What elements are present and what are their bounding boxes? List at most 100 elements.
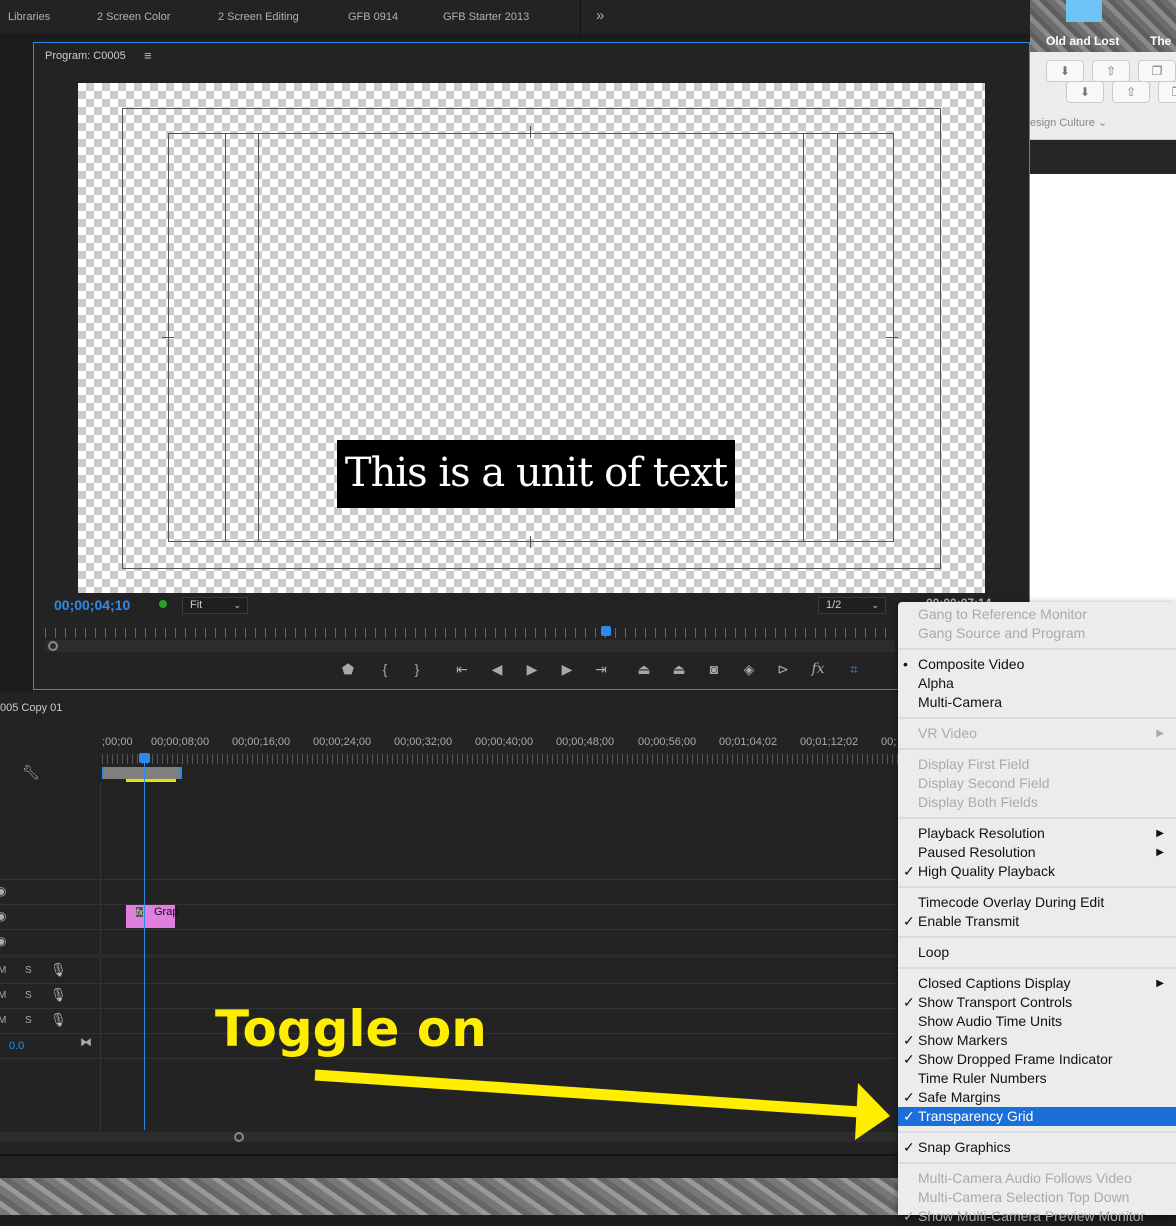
tab-gfb-starter-2013[interactable]: GFB Starter 2013 [443, 11, 529, 23]
trim-icon[interactable]: ⊳ [773, 661, 793, 678]
marker-icon[interactable]: ⬟ [338, 661, 358, 678]
master-track-icon[interactable]: ⧓ [80, 1035, 92, 1049]
checkmark-icon: ✓ [903, 1139, 915, 1155]
menu-item-show-transport-controls[interactable]: ✓ Show Transport Controls [898, 993, 1176, 1012]
eye-icon[interactable]: ◉ [0, 934, 6, 948]
menu-item-high-quality-playback[interactable]: ✓ High Quality Playback [898, 862, 1176, 881]
eye-icon[interactable]: ◉ [0, 884, 6, 898]
extract-icon[interactable]: ⏏ [669, 661, 689, 678]
folder-label[interactable]: Old and Lost [1046, 34, 1119, 48]
menu-item-playback-resolution[interactable]: Playback Resolution ▶ [898, 824, 1176, 843]
step-back-icon[interactable]: ◀ [487, 661, 507, 678]
menu-item-time-ruler-numbers[interactable]: Time Ruler Numbers [898, 1069, 1176, 1088]
panel-menu-icon[interactable]: ≡ [144, 48, 152, 63]
annotation-arrow [314, 1069, 890, 1140]
dropped-frame-indicator [159, 600, 167, 608]
program-canvas-transparency-grid[interactable] [78, 83, 985, 593]
menu-item-show-dropped-frame-indicator[interactable]: ✓ Show Dropped Frame Indicator [898, 1050, 1176, 1069]
center-tick [530, 126, 531, 138]
menu-item-label: High Quality Playback [918, 863, 1055, 879]
tab-2-screen-color[interactable]: 2 Screen Color [97, 11, 170, 23]
menu-item-gang-to-reference-monitor: Gang to Reference Monitor [898, 605, 1176, 624]
safe-margins-icon[interactable]: ⌗ [844, 661, 864, 678]
step-forward-icon[interactable]: ▶ [557, 661, 577, 678]
mute-toggle[interactable]: M [0, 990, 6, 1001]
menu-item-label: Multi-Camera Selection Top Down [918, 1189, 1130, 1205]
menu-item-loop[interactable]: Loop [898, 943, 1176, 962]
master-volume[interactable]: 0.0 [9, 1040, 24, 1052]
menu-item-safe-margins[interactable]: ✓ Safe Margins [898, 1088, 1176, 1107]
microphone-icon[interactable]: 🎙︎ [50, 1012, 67, 1028]
text-graphic[interactable]: This is a unit of text [337, 440, 735, 508]
zoom-level-select[interactable]: Fit ⌄ [182, 597, 248, 614]
solo-toggle[interactable]: S [25, 1015, 32, 1026]
mute-toggle[interactable]: M [0, 1015, 6, 1026]
checkmark-icon: ✓ [903, 1051, 915, 1067]
tab-2-screen-editing[interactable]: 2 Screen Editing [218, 11, 299, 23]
menu-item-display-second-field: Display Second Field [898, 774, 1176, 793]
tabs-icon[interactable]: ❐ [1138, 60, 1176, 82]
menu-item-timecode-overlay-during-edit[interactable]: Timecode Overlay During Edit [898, 893, 1176, 912]
playhead-handle[interactable] [139, 753, 150, 763]
share-icon[interactable]: ⇧ [1112, 81, 1150, 103]
download-icon[interactable]: ⬇ [1066, 81, 1104, 103]
menu-item-composite-video[interactable]: • Composite Video [898, 655, 1176, 674]
mark-out-icon[interactable]: } [407, 661, 427, 677]
mark-in-icon[interactable]: { [375, 661, 395, 677]
submenu-arrow-icon: ▶ [1156, 978, 1164, 989]
playhead-marker[interactable] [601, 626, 611, 636]
scroll-handle[interactable] [234, 1132, 244, 1142]
menu-item-display-both-fields: Display Both Fields [898, 793, 1176, 812]
resolution-select[interactable]: 1/2 ⌄ [818, 597, 886, 614]
timeline-ruler-ticks[interactable] [102, 754, 898, 764]
comparison-view-icon[interactable]: ◈ [739, 661, 759, 678]
menu-item-label: Gang Source and Program [918, 625, 1086, 641]
center-tick [530, 536, 531, 548]
menu-item-snap-graphics[interactable]: ✓ Snap Graphics [898, 1138, 1176, 1157]
wrench-icon[interactable]: 🔧︎ [22, 764, 40, 781]
time-ruler[interactable] [45, 628, 895, 638]
go-to-in-icon[interactable]: ⇤ [452, 661, 472, 678]
bookmark-link[interactable]: esign Culture ⌄ [1030, 116, 1107, 129]
menu-item-multi-camera-selection-top-down: Multi-Camera Selection Top Down [898, 1188, 1176, 1207]
menu-item-closed-captions-display[interactable]: Closed Captions Display ▶ [898, 974, 1176, 993]
menu-item-transparency-grid[interactable]: ✓ Transparency Grid [898, 1107, 1176, 1126]
menu-item-show-audio-time-units[interactable]: Show Audio Time Units [898, 1012, 1176, 1031]
menu-item-multi-camera[interactable]: Multi-Camera [898, 693, 1176, 712]
tabs-icon[interactable]: ❐ [1158, 81, 1176, 103]
menu-item-alpha[interactable]: Alpha [898, 674, 1176, 693]
play-icon[interactable]: ▶ [522, 661, 542, 678]
menu-item-show-markers[interactable]: ✓ Show Markers [898, 1031, 1176, 1050]
work-area-bar[interactable] [102, 767, 182, 779]
microphone-icon[interactable]: 🎙︎ [50, 987, 67, 1003]
solo-toggle[interactable]: S [25, 990, 32, 1001]
fx-icon[interactable]: fx [808, 661, 828, 677]
playhead-timecode[interactable]: 00;00;04;10 [54, 597, 130, 613]
workspace-tab-bar: Libraries 2 Screen Color 2 Screen Editin… [0, 0, 1030, 38]
scroll-handle[interactable] [48, 641, 58, 651]
sequence-tab[interactable]: 005 Copy 01 [0, 702, 62, 714]
microphone-icon[interactable]: 🎙︎ [50, 962, 67, 978]
zoom-scroll-bar[interactable] [45, 640, 895, 652]
menu-item-paused-resolution[interactable]: Paused Resolution ▶ [898, 843, 1176, 862]
download-icon[interactable]: ⬇ [1046, 60, 1084, 82]
share-icon[interactable]: ⇧ [1092, 60, 1130, 82]
folder-icon[interactable] [1066, 0, 1102, 22]
eye-icon[interactable]: ◉ [0, 909, 6, 923]
divider [580, 0, 581, 38]
overflow-icon[interactable]: » [596, 7, 604, 24]
lift-icon[interactable]: ⏏ [634, 661, 654, 678]
go-to-out-icon[interactable]: ⇥ [591, 661, 611, 678]
playhead-line[interactable] [144, 757, 145, 1130]
graphic-clip[interactable]: fx Grap [126, 905, 178, 928]
track-divider [0, 879, 898, 880]
menu-item-label: Playback Resolution [918, 825, 1045, 841]
mute-toggle[interactable]: M [0, 965, 6, 976]
folder-label-2[interactable]: The [1150, 34, 1171, 48]
tab-libraries[interactable]: Libraries [8, 11, 50, 23]
tab-gfb-0914[interactable]: GFB 0914 [348, 11, 398, 23]
export-frame-icon[interactable]: ◙ [704, 661, 724, 677]
solo-toggle[interactable]: S [25, 965, 32, 976]
menu-item-enable-transmit[interactable]: ✓ Enable Transmit [898, 912, 1176, 931]
render-bar [126, 779, 176, 782]
